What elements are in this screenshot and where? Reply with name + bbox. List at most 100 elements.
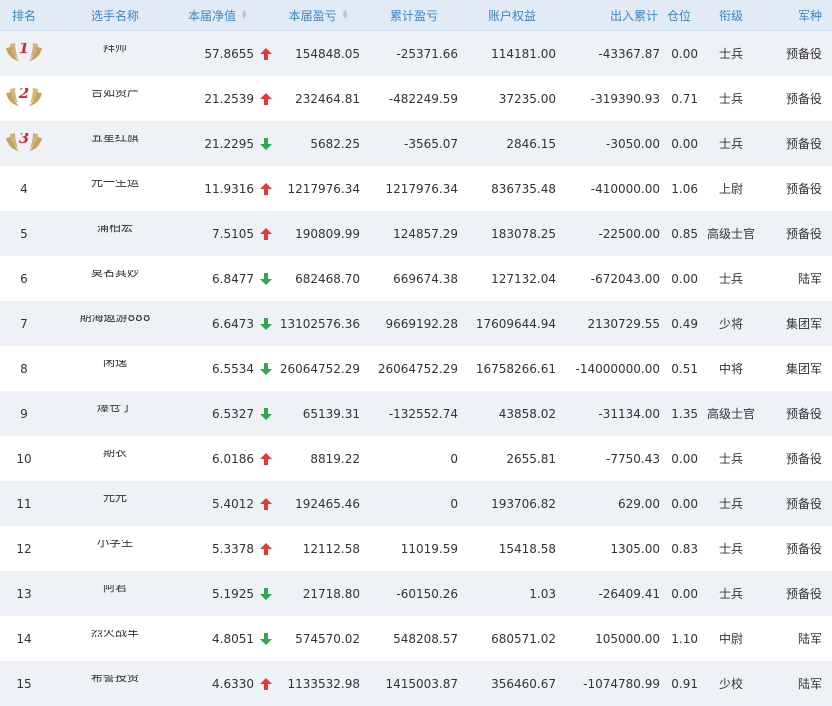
player-name[interactable]: 元元 — [103, 495, 127, 504]
cell-military-rank: 士兵 — [718, 92, 743, 106]
cell-name[interactable]: 元元 — [48, 495, 182, 512]
rank-number: 13 — [16, 586, 32, 601]
player-name[interactable]: 元一生运 — [91, 180, 139, 189]
cell-trend — [256, 677, 276, 690]
cell-name[interactable]: 阿君 — [48, 585, 182, 602]
player-name[interactable]: 拜师 — [103, 45, 127, 54]
trend-down-icon — [260, 137, 272, 150]
header-name[interactable]: 选手名称 — [48, 7, 182, 24]
player-name[interactable]: 希譬投资 — [91, 675, 139, 684]
cell-cum-profit: 0 — [450, 496, 458, 511]
medal-icon: 2 — [4, 87, 44, 107]
cell-profit: 682468.70 — [295, 271, 360, 286]
trend-up-icon — [260, 92, 272, 105]
cell-trend — [256, 317, 276, 330]
cell-cum-profit: 1217976.34 — [385, 181, 458, 196]
cell-position: 1.35 — [671, 406, 698, 421]
header-military-rank[interactable]: 衔级 — [698, 7, 764, 24]
cell-name[interactable]: 吉如资产 — [48, 90, 182, 107]
sort-icon[interactable]: ▲ ▼ — [242, 9, 247, 20]
cell-nav: 4.8051 — [212, 631, 254, 646]
cell-name[interactable]: 闲逸 — [48, 360, 182, 377]
cell-inout: 105000.00 — [595, 631, 660, 646]
cell-position: 0.00 — [671, 496, 698, 511]
rank-number: 15 — [16, 676, 32, 691]
cell-cum-profit: -25371.66 — [396, 46, 458, 61]
player-name[interactable]: 烈火战车 — [91, 630, 139, 639]
cell-name[interactable]: 爆仓了 — [48, 405, 182, 422]
cell-nav: 4.6330 — [212, 676, 254, 691]
player-name[interactable]: 期海遨游888 — [80, 315, 151, 324]
header-equity[interactable]: 账户权益 — [458, 7, 556, 24]
cell-name[interactable]: 拜师 — [48, 45, 182, 62]
cell-profit: 232464.81 — [295, 91, 360, 106]
header-inout[interactable]: 出入累计 — [556, 7, 660, 24]
rank-number: 3 — [18, 132, 30, 147]
cell-position: 0.00 — [671, 271, 698, 286]
cell-army: 预备役 — [785, 227, 822, 241]
cell-army: 预备役 — [785, 452, 822, 466]
header-army[interactable]: 军种 — [764, 7, 832, 24]
cell-trend — [256, 632, 276, 645]
cell-name[interactable]: 小学生 — [48, 540, 182, 557]
medal-icon: 1 — [4, 42, 44, 62]
cell-equity: 114181.00 — [491, 46, 556, 61]
rank-number: 4 — [20, 181, 28, 196]
player-name[interactable]: 莫名其妙 — [91, 270, 139, 279]
cell-position: 0.83 — [671, 541, 698, 556]
player-name[interactable]: 吉如资产 — [91, 90, 139, 99]
table-row: 8 闲逸 6.5534 26064752.29 26064752.29 1675… — [0, 346, 832, 391]
header-rank[interactable]: 排名 — [0, 7, 48, 24]
cell-position: 1.06 — [671, 181, 698, 196]
cell-equity: 2655.81 — [506, 451, 556, 466]
sort-icon[interactable]: ▲ ▼ — [343, 9, 348, 20]
cell-profit: 21718.80 — [302, 586, 360, 601]
header-nav[interactable]: 本届净值 ▲ ▼ — [182, 7, 276, 24]
cell-inout: -14000000.00 — [575, 361, 661, 376]
header-profit[interactable]: 本届盈亏 ▲ ▼ — [276, 7, 360, 24]
cell-rank: 9 — [0, 407, 48, 421]
cell-nav: 21.2295 — [204, 136, 254, 151]
cell-name[interactable]: 蒲柏宏 — [48, 225, 182, 242]
cell-name[interactable]: 期农 — [48, 450, 182, 467]
player-name[interactable]: 蒲柏宏 — [97, 225, 133, 234]
header-nav-label: 本届净值 — [188, 8, 237, 23]
cell-name[interactable]: 元一生运 — [48, 180, 182, 197]
cell-rank: 4 — [0, 182, 48, 196]
cell-name[interactable]: 希譬投资 — [48, 675, 182, 692]
cell-military-rank: 士兵 — [718, 137, 743, 151]
cell-army: 集团军 — [785, 362, 822, 376]
cell-rank: 14 — [0, 632, 48, 646]
player-name[interactable]: 小学生 — [97, 540, 133, 549]
cell-profit: 65139.31 — [302, 406, 360, 421]
table-header: 排名 选手名称 本届净值 ▲ ▼ 本届盈亏 ▲ ▼ 累计盈亏 账户权益 出入累计 仓… — [0, 0, 832, 31]
player-name[interactable]: 五星红旗 — [91, 135, 139, 144]
player-name[interactable]: 爆仓了 — [97, 405, 133, 414]
player-name[interactable]: 期农 — [103, 450, 127, 459]
rank-number: 8 — [20, 361, 28, 376]
cell-rank: 8 — [0, 362, 48, 376]
cell-rank: 7 — [0, 317, 48, 331]
cell-military-rank: 士兵 — [718, 272, 743, 286]
table-row: 15 希譬投资 4.6330 1133532.98 1415003.87 356… — [0, 661, 832, 706]
rank-number: 11 — [16, 496, 32, 511]
cell-trend — [256, 272, 276, 285]
header-position[interactable]: 仓位 — [660, 7, 698, 24]
cell-trend — [256, 542, 276, 555]
header-cum-profit[interactable]: 累计盈亏 — [360, 7, 458, 24]
cell-equity: 17609644.94 — [475, 316, 556, 331]
cell-trend — [256, 452, 276, 465]
trend-up-icon — [260, 452, 272, 465]
cell-army: 预备役 — [785, 137, 822, 151]
cell-trend — [256, 407, 276, 420]
cell-cum-profit: -482249.59 — [388, 91, 458, 106]
cell-name[interactable]: 五星红旗 — [48, 135, 182, 152]
cell-trend — [256, 587, 276, 600]
player-name[interactable]: 阿君 — [103, 585, 127, 594]
cell-name[interactable]: 烈火战车 — [48, 630, 182, 647]
cell-name[interactable]: 期海遨游888 — [48, 315, 182, 332]
player-name[interactable]: 闲逸 — [103, 360, 127, 369]
cell-name[interactable]: 莫名其妙 — [48, 270, 182, 287]
cell-cum-profit: 9669192.28 — [385, 316, 458, 331]
cell-cum-profit: 124857.29 — [393, 226, 458, 241]
